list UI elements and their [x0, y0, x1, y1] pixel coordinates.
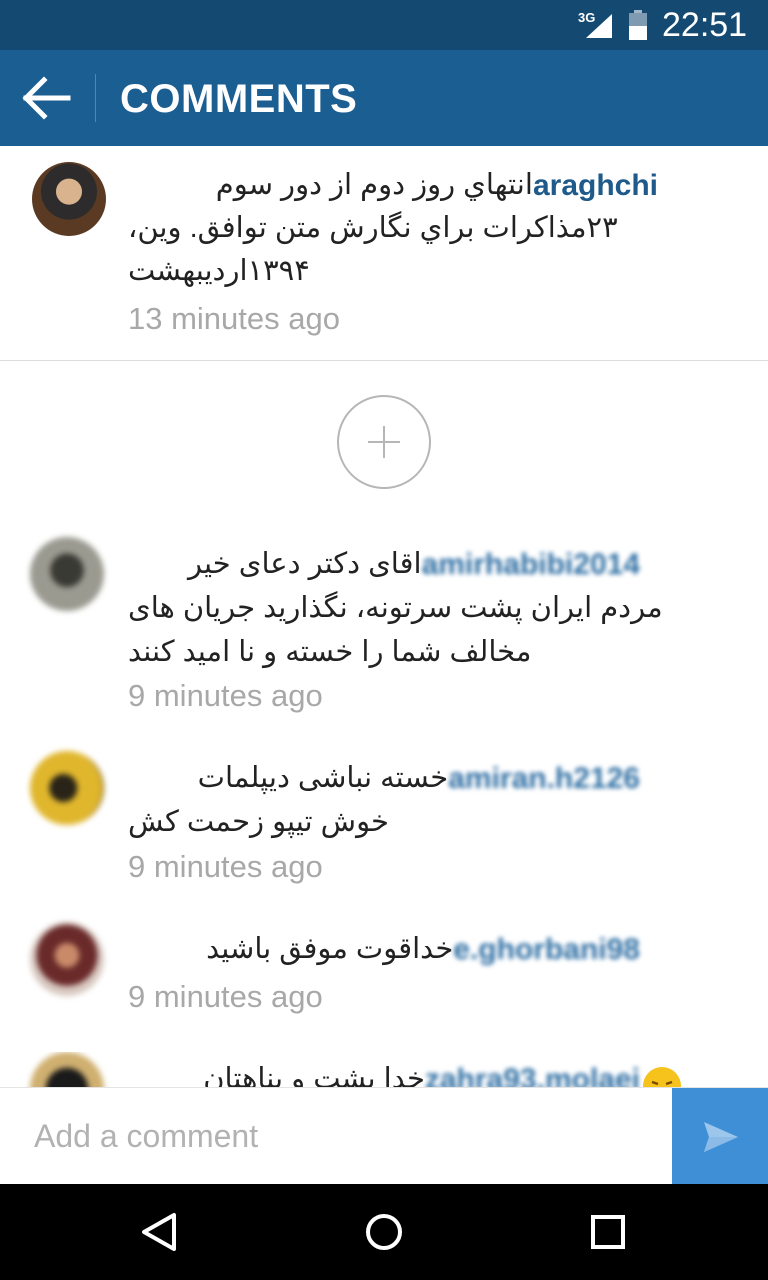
comment-line: خوش تیپو زحمت کش [128, 806, 389, 838]
comment-timestamp: 9 minutes ago [128, 849, 323, 884]
plus-circle-icon [368, 426, 400, 458]
nav-home-button[interactable] [360, 1208, 408, 1256]
page-title: COMMENTS [120, 77, 358, 121]
caption-username[interactable]: araghchi [533, 164, 658, 207]
square-recents-icon [591, 1215, 625, 1249]
triangle-back-icon [142, 1213, 176, 1251]
comments-screen: 3G 22:51 COMMENTS araghchi انتهاي روز دو… [0, 0, 768, 1280]
app-bar-divider [95, 74, 96, 122]
caption-line-3: ۱۳۹۴ارديبهشت [128, 255, 310, 287]
comment-input[interactable] [0, 1088, 672, 1185]
comment-timestamp: 9 minutes ago [128, 979, 323, 1014]
comment-line: amiran.h2126 خسته نباشی دیپلمات [128, 757, 648, 801]
nav-recents-button[interactable] [584, 1208, 632, 1256]
comment-username[interactable]: e.ghorbani98 [453, 928, 640, 971]
avatar[interactable] [30, 537, 104, 611]
comment-username[interactable]: amirhabibi2014 [422, 543, 640, 586]
status-bar: 3G 22:51 [0, 0, 768, 50]
comment-text-line: اقای دکتر دعای خیر [188, 548, 422, 580]
avatar[interactable] [30, 922, 104, 996]
battery-icon [629, 10, 647, 40]
caption-line-1: araghchi انتهاي روز دوم از دور سوم [128, 164, 658, 207]
caption-line-2: ۲۳مذاکرات براي نگارش متن توافق. وين، [128, 212, 618, 244]
caption-text-line-1: انتهاي روز دوم از دور سوم [215, 169, 533, 201]
comment-timestamp: 9 minutes ago [128, 678, 323, 713]
signal-icon [586, 14, 612, 38]
avatar[interactable] [32, 162, 106, 236]
comment-line: zahra93.molaei خدا پشت و پناهتان [128, 1058, 648, 1087]
comment-line: amirhabibi2014 اقای دکتر دعای خیر [128, 543, 648, 587]
caption-text: araghchi انتهاي روز دوم از دور سوم ۲۳مذا… [128, 164, 658, 293]
app-bar: COMMENTS [0, 50, 768, 146]
send-button[interactable] [672, 1088, 768, 1185]
comment-text: amirhabibi2014 اقای دکتر دعای خیر مردم ا… [128, 543, 718, 675]
comment-text-line: خسته نباشی دیپلمات [197, 762, 449, 794]
comment-username[interactable]: zahra93.molaei [425, 1058, 640, 1087]
avatar[interactable] [30, 751, 104, 825]
send-icon [704, 1122, 738, 1152]
circle-home-icon [366, 1214, 402, 1250]
comment-text-line: خداقوت موفق باشید [206, 933, 454, 965]
comment-line: مخالف شما را خسته و نا امید کنند [128, 636, 532, 668]
emoji-icon [643, 1067, 681, 1087]
comment-username[interactable]: amiran.h2126 [448, 757, 640, 800]
back-button[interactable] [18, 72, 78, 124]
comment-text-line: خدا پشت و پناهتان [203, 1063, 425, 1087]
comment-text: e.ghorbani98 خداقوت موفق باشید [128, 928, 718, 972]
nav-back-button[interactable] [136, 1208, 184, 1256]
comment-line: مردم ایران پشت سرتونه، نگذارید جریان های [128, 592, 663, 624]
post-caption: araghchi انتهاي روز دوم از دور سوم ۲۳مذا… [0, 146, 768, 361]
caption-timestamp: 13 minutes ago [128, 301, 340, 336]
system-nav-bar [0, 1184, 768, 1280]
comment-text: amiran.h2126 خسته نباشی دیپلمات خوش تیپو… [128, 757, 718, 845]
avatar[interactable] [30, 1052, 104, 1087]
comment-item: zahra93.molaei خدا پشت و پناهتان [0, 1052, 768, 1087]
arrow-left-icon [22, 76, 71, 120]
comment-line: e.ghorbani98 خداقوت موفق باشید [128, 928, 648, 972]
comment-text: zahra93.molaei خدا پشت و پناهتان [128, 1058, 718, 1087]
load-more-comments-button[interactable] [337, 395, 431, 489]
comment-composer [0, 1087, 768, 1185]
clock: 22:51 [662, 6, 748, 44]
